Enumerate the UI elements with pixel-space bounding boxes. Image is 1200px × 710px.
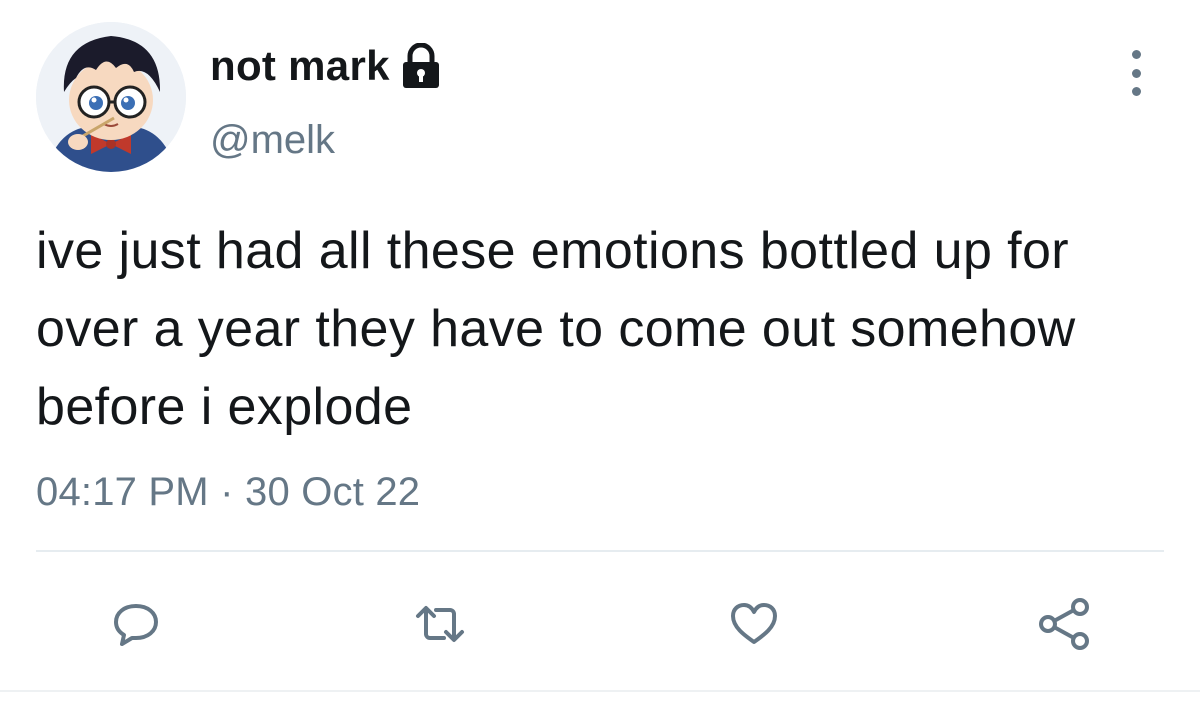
like-button[interactable]	[726, 596, 782, 652]
more-options-dot	[1131, 50, 1141, 59]
timestamp-separator: ·	[220, 470, 234, 514]
share-icon	[1039, 598, 1089, 650]
reply-button[interactable]	[108, 596, 164, 652]
lock-icon	[400, 42, 442, 89]
more-options-dot	[1131, 68, 1141, 78]
retweet-button[interactable]	[412, 596, 468, 652]
bottom-divider	[0, 690, 1200, 692]
user-handle[interactable]: @melk	[210, 118, 335, 163]
more-options-button[interactable]	[1116, 48, 1156, 98]
tweet-card: not mark @melk ive just had all these em…	[0, 0, 1200, 710]
display-name[interactable]: not mark	[210, 42, 390, 90]
divider	[36, 550, 1164, 552]
anime-character-avatar-icon	[36, 22, 186, 172]
timestamp[interactable]: 04:17 PM · 30 Oct 22	[36, 470, 420, 515]
tweet-date: 30 Oct 22	[245, 470, 421, 514]
avatar[interactable]	[36, 22, 186, 172]
more-options-dot	[1131, 87, 1141, 96]
retweet-icon	[416, 606, 464, 642]
display-name-row: not mark	[210, 42, 442, 90]
heart-icon	[731, 603, 777, 644]
tweet-text: ive just had all these emotions bottled …	[36, 222, 1076, 436]
share-button[interactable]	[1036, 596, 1092, 652]
reply-icon	[114, 604, 158, 646]
tweet-time: 04:17 PM	[36, 470, 209, 514]
